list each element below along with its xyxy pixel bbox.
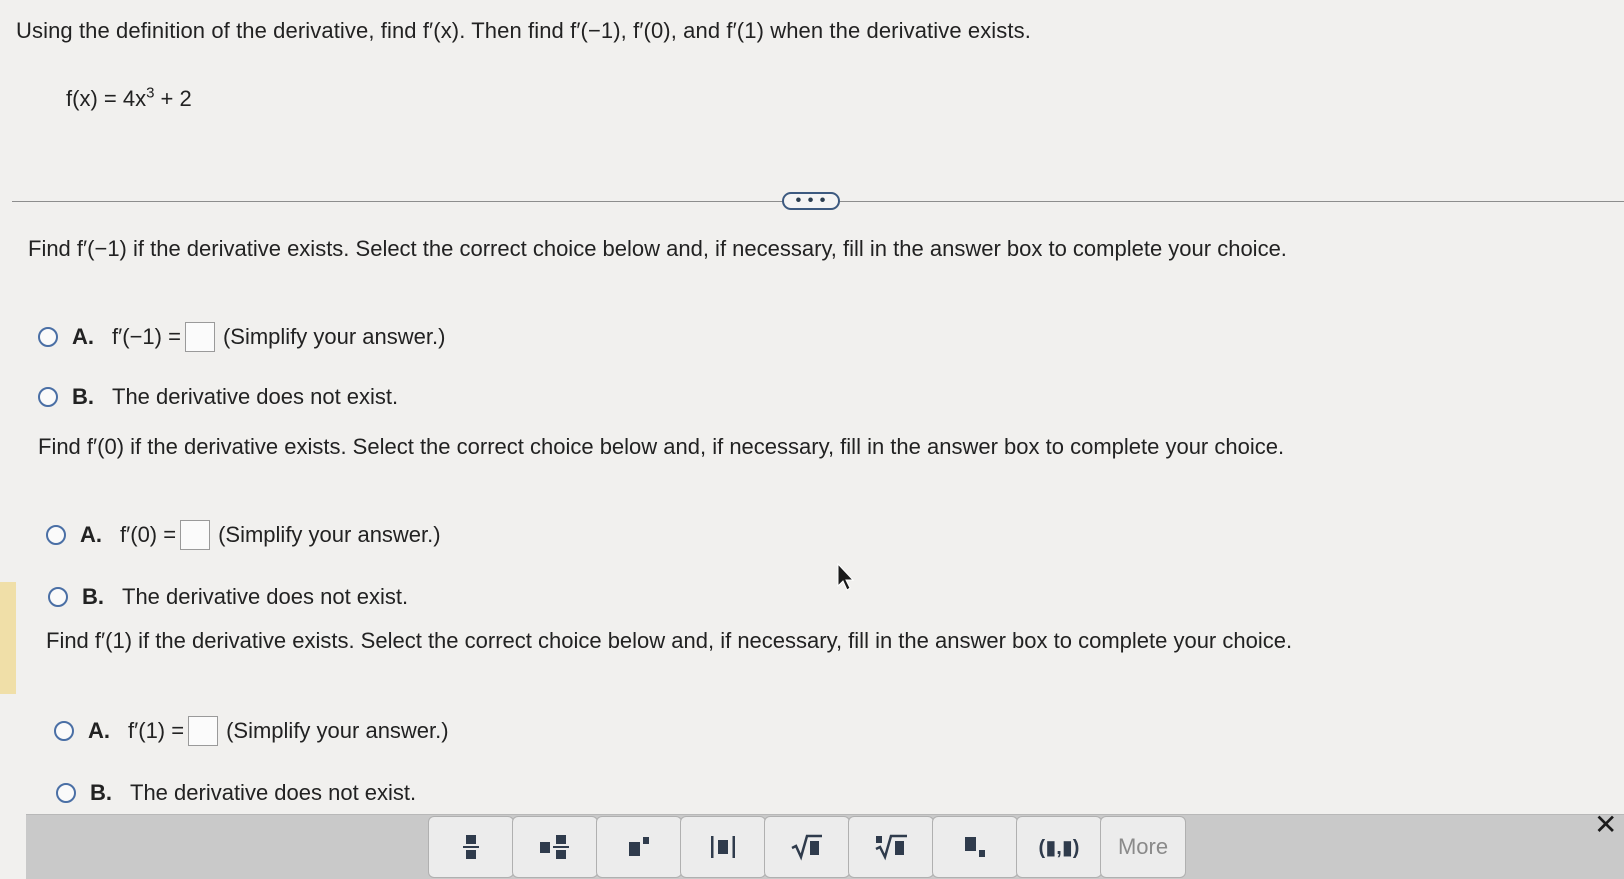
mixed-number-icon[interactable] — [512, 816, 598, 878]
function-prefix: f(x) = 4x — [66, 86, 147, 111]
radio-button[interactable] — [38, 387, 58, 407]
mouse-cursor-icon — [837, 562, 855, 591]
radio-button[interactable] — [56, 783, 76, 803]
part3-option-a[interactable]: A. f′(1) = (Simplify your answer.) — [54, 716, 449, 746]
question-instruction: Using the definition of the derivative, … — [16, 18, 1031, 43]
option-hint: (Simplify your answer.) — [226, 718, 449, 743]
part3-option-b[interactable]: B. The derivative does not exist. — [56, 780, 416, 806]
active-part-indicator — [0, 582, 16, 694]
option-lhs: f′(−1) = — [112, 324, 181, 349]
expand-button[interactable]: • • • — [782, 192, 840, 210]
part-prompt: Find f′(0) if the derivative exists. Sel… — [38, 434, 1285, 459]
radio-button[interactable] — [46, 525, 66, 545]
part-f-prime-1: Find f′(1) if the derivative exists. Sel… — [46, 628, 1292, 654]
part2-option-a[interactable]: A. f′(0) = (Simplify your answer.) — [46, 520, 441, 550]
part1-option-b[interactable]: B. The derivative does not exist. — [38, 384, 398, 410]
option-letter: A. — [72, 324, 94, 349]
option-text: The derivative does not exist. — [122, 584, 409, 609]
radio-button[interactable] — [54, 721, 74, 741]
option-lhs: f′(0) = — [120, 522, 177, 547]
part2-option-b[interactable]: B. The derivative does not exist. — [48, 584, 408, 610]
fraction-icon[interactable] — [428, 816, 514, 878]
part-prompt: Find f′(−1) if the derivative exists. Se… — [28, 236, 1287, 261]
part1-option-a[interactable]: A. f′(−1) = (Simplify your answer.) — [38, 322, 445, 352]
absolute-value-icon[interactable] — [680, 816, 766, 878]
option-letter: A. — [88, 718, 110, 743]
part-f-prime-0: Find f′(0) if the derivative exists. Sel… — [38, 434, 1284, 460]
answer-input[interactable] — [188, 716, 219, 746]
answer-input[interactable] — [180, 520, 211, 550]
option-hint: (Simplify your answer.) — [222, 324, 446, 349]
option-letter: B. — [72, 384, 94, 409]
option-lhs: f′(1) = — [128, 718, 185, 743]
option-text: The derivative does not exist. — [112, 384, 399, 409]
radio-button[interactable] — [48, 587, 68, 607]
function-suffix: + 2 — [154, 86, 192, 111]
part-f-prime-neg1: Find f′(−1) if the derivative exists. Se… — [28, 236, 1287, 262]
part-prompt: Find f′(1) if the derivative exists. Sel… — [46, 628, 1293, 653]
option-hint: (Simplify your answer.) — [218, 522, 441, 547]
close-icon[interactable]: ✕ — [1594, 808, 1617, 841]
option-text: The derivative does not exist. — [130, 780, 417, 805]
nth-root-icon[interactable] — [848, 816, 934, 878]
subscript-icon[interactable] — [932, 816, 1018, 878]
answer-input[interactable] — [184, 322, 215, 352]
function-definition: f(x) = 4x3 + 2 — [66, 86, 192, 112]
exponent-icon[interactable] — [596, 816, 682, 878]
more-button[interactable]: More — [1100, 816, 1186, 878]
option-letter: B. — [82, 584, 104, 609]
option-letter: B. — [90, 780, 112, 805]
option-letter: A. — [80, 522, 102, 547]
ordered-pair-icon[interactable]: (▮,▮) — [1016, 816, 1102, 878]
radio-button[interactable] — [38, 327, 58, 347]
square-root-icon[interactable] — [764, 816, 850, 878]
